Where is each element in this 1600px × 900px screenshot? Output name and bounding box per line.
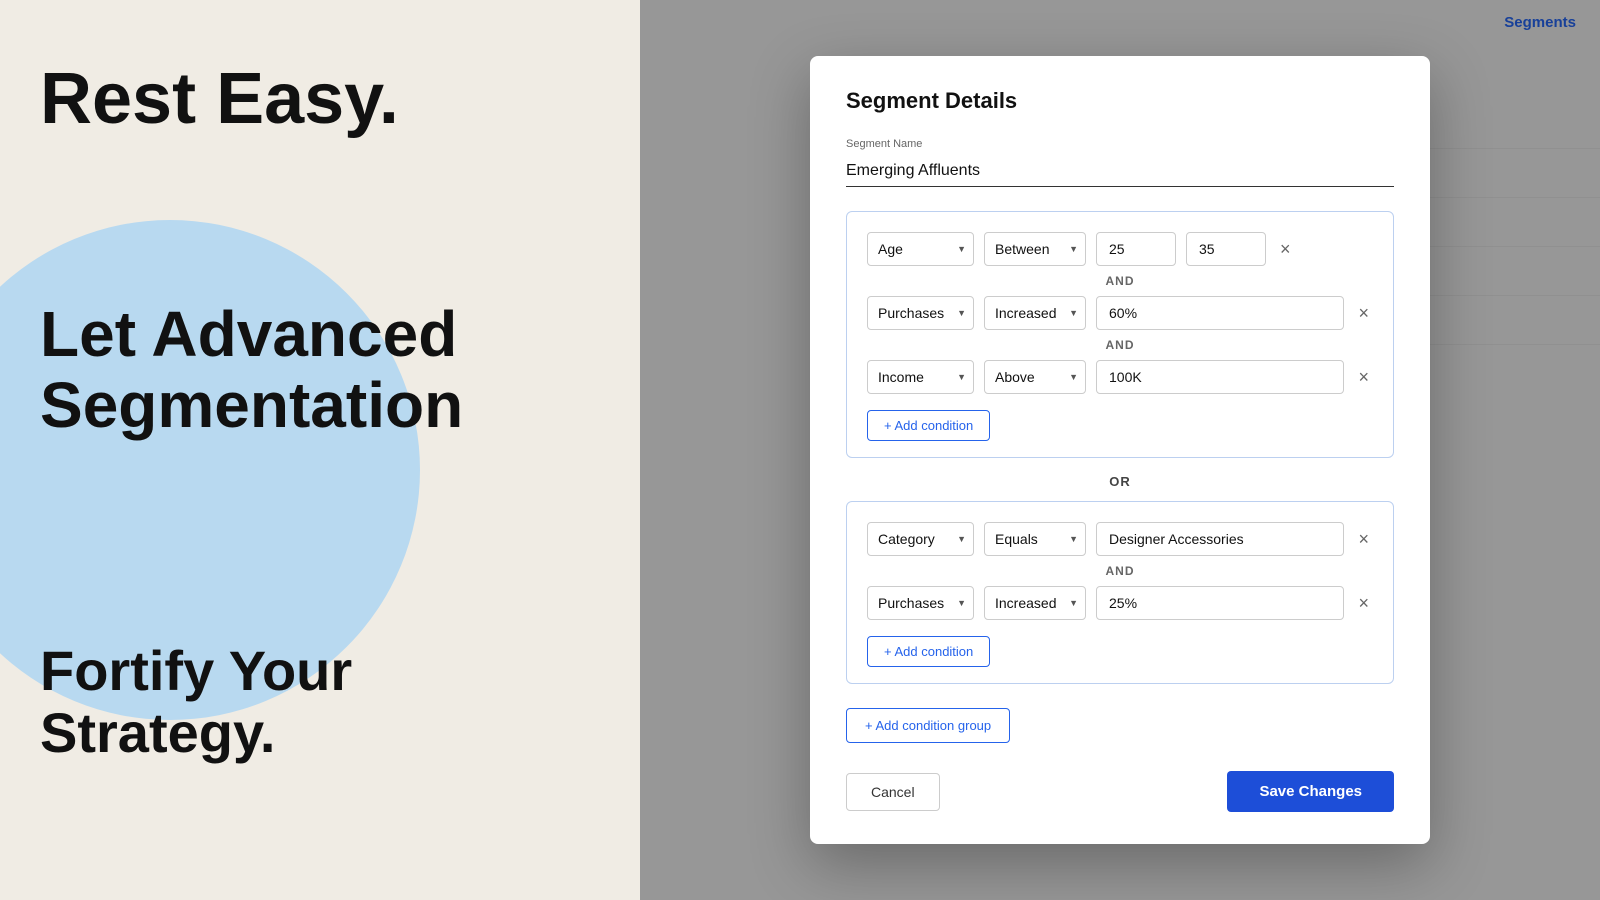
condition-row-purchases-2: Purchases Age Income Category Increased … xyxy=(867,586,1373,620)
value-input-purchases-2[interactable] xyxy=(1096,586,1344,620)
condition-row-income: Income Age Purchases Category Above Betw… xyxy=(867,360,1373,394)
field-select-wrapper-age[interactable]: Age Purchases Income Category xyxy=(867,232,974,266)
remove-condition-purchases1-button[interactable]: × xyxy=(1354,300,1373,326)
field-select-wrapper-purchases2[interactable]: Purchases Age Income Category xyxy=(867,586,974,620)
add-group-label: + Add condition group xyxy=(865,718,991,733)
operator-select-increased1[interactable]: Increased Between Above Below Equals xyxy=(984,296,1086,330)
field-select-wrapper-purchases1[interactable]: Purchases Age Income Category xyxy=(867,296,974,330)
headline-2: Let Advanced Segmentation xyxy=(40,299,600,440)
operator-select-increased2[interactable]: Increased Between Above Below Equals xyxy=(984,586,1086,620)
remove-condition-purchases2-button[interactable]: × xyxy=(1354,590,1373,616)
headline-3: Fortify Your Strategy. xyxy=(40,640,600,763)
field-select-income[interactable]: Income Age Purchases Category xyxy=(867,360,974,394)
value-input-income[interactable] xyxy=(1096,360,1344,394)
remove-condition-category-button[interactable]: × xyxy=(1354,526,1373,552)
field-select-purchases2[interactable]: Purchases Age Income Category xyxy=(867,586,974,620)
remove-condition-income-button[interactable]: × xyxy=(1354,364,1373,390)
operator-select-between[interactable]: Between Above Below Equals Increased xyxy=(984,232,1086,266)
value-input-age-max[interactable] xyxy=(1186,232,1266,266)
field-select-wrapper-income[interactable]: Income Age Purchases Category xyxy=(867,360,974,394)
operator-select-wrapper-increased2[interactable]: Increased Between Above Below Equals xyxy=(984,586,1086,620)
field-select-category[interactable]: Category Age Purchases Income xyxy=(867,522,974,556)
modal-footer: Cancel Save Changes xyxy=(846,771,1394,812)
cancel-button[interactable]: Cancel xyxy=(846,773,940,811)
or-separator: OR xyxy=(846,474,1394,489)
condition-group-1: Age Purchases Income Category Between Ab… xyxy=(846,211,1394,458)
condition-row-category: Category Age Purchases Income Equals Bet… xyxy=(867,522,1373,556)
and-separator-1: AND xyxy=(867,274,1373,288)
operator-select-wrapper-above[interactable]: Above Between Below Equals Increased xyxy=(984,360,1086,394)
condition-group-2: Category Age Purchases Income Equals Bet… xyxy=(846,501,1394,684)
field-select-purchases1[interactable]: Purchases Age Income Category xyxy=(867,296,974,330)
modal-overlay: Segment Details Segment Name Age Purchas… xyxy=(640,0,1600,900)
remove-condition-age-button[interactable]: × xyxy=(1276,236,1295,262)
and-separator-2: AND xyxy=(867,338,1373,352)
value-input-purchases-1[interactable] xyxy=(1096,296,1344,330)
add-condition-button-group1[interactable]: + Add condition xyxy=(867,410,990,441)
operator-select-wrapper-between[interactable]: Between Above Below Equals Increased xyxy=(984,232,1086,266)
left-panel: Rest Easy. Let Advanced Segmentation For… xyxy=(0,0,640,900)
field-select-wrapper-category[interactable]: Category Age Purchases Income xyxy=(867,522,974,556)
segment-details-modal: Segment Details Segment Name Age Purchas… xyxy=(810,56,1430,844)
field-select-age[interactable]: Age Purchases Income Category xyxy=(867,232,974,266)
add-condition-button-group2[interactable]: + Add condition xyxy=(867,636,990,667)
add-condition-group-button[interactable]: + Add condition group xyxy=(846,708,1010,743)
headline-1: Rest Easy. xyxy=(40,60,600,139)
segment-name-input[interactable] xyxy=(846,156,1394,187)
operator-select-above[interactable]: Above Between Below Equals Increased xyxy=(984,360,1086,394)
modal-title: Segment Details xyxy=(846,88,1394,114)
value-input-category[interactable] xyxy=(1096,522,1344,556)
segment-name-label: Segment Name xyxy=(846,138,1394,150)
operator-select-wrapper-equals[interactable]: Equals Between Above Below Increased xyxy=(984,522,1086,556)
and-separator-3: AND xyxy=(867,564,1373,578)
condition-row-age: Age Purchases Income Category Between Ab… xyxy=(867,232,1373,266)
add-condition-label-2: + Add condition xyxy=(884,644,973,659)
save-changes-button[interactable]: Save Changes xyxy=(1227,771,1394,812)
condition-row-purchases-1: Purchases Age Income Category Increased … xyxy=(867,296,1373,330)
add-condition-label-1: + Add condition xyxy=(884,418,973,433)
operator-select-wrapper-increased1[interactable]: Increased Between Above Below Equals xyxy=(984,296,1086,330)
operator-select-equals[interactable]: Equals Between Above Below Increased xyxy=(984,522,1086,556)
value-input-age-min[interactable] xyxy=(1096,232,1176,266)
